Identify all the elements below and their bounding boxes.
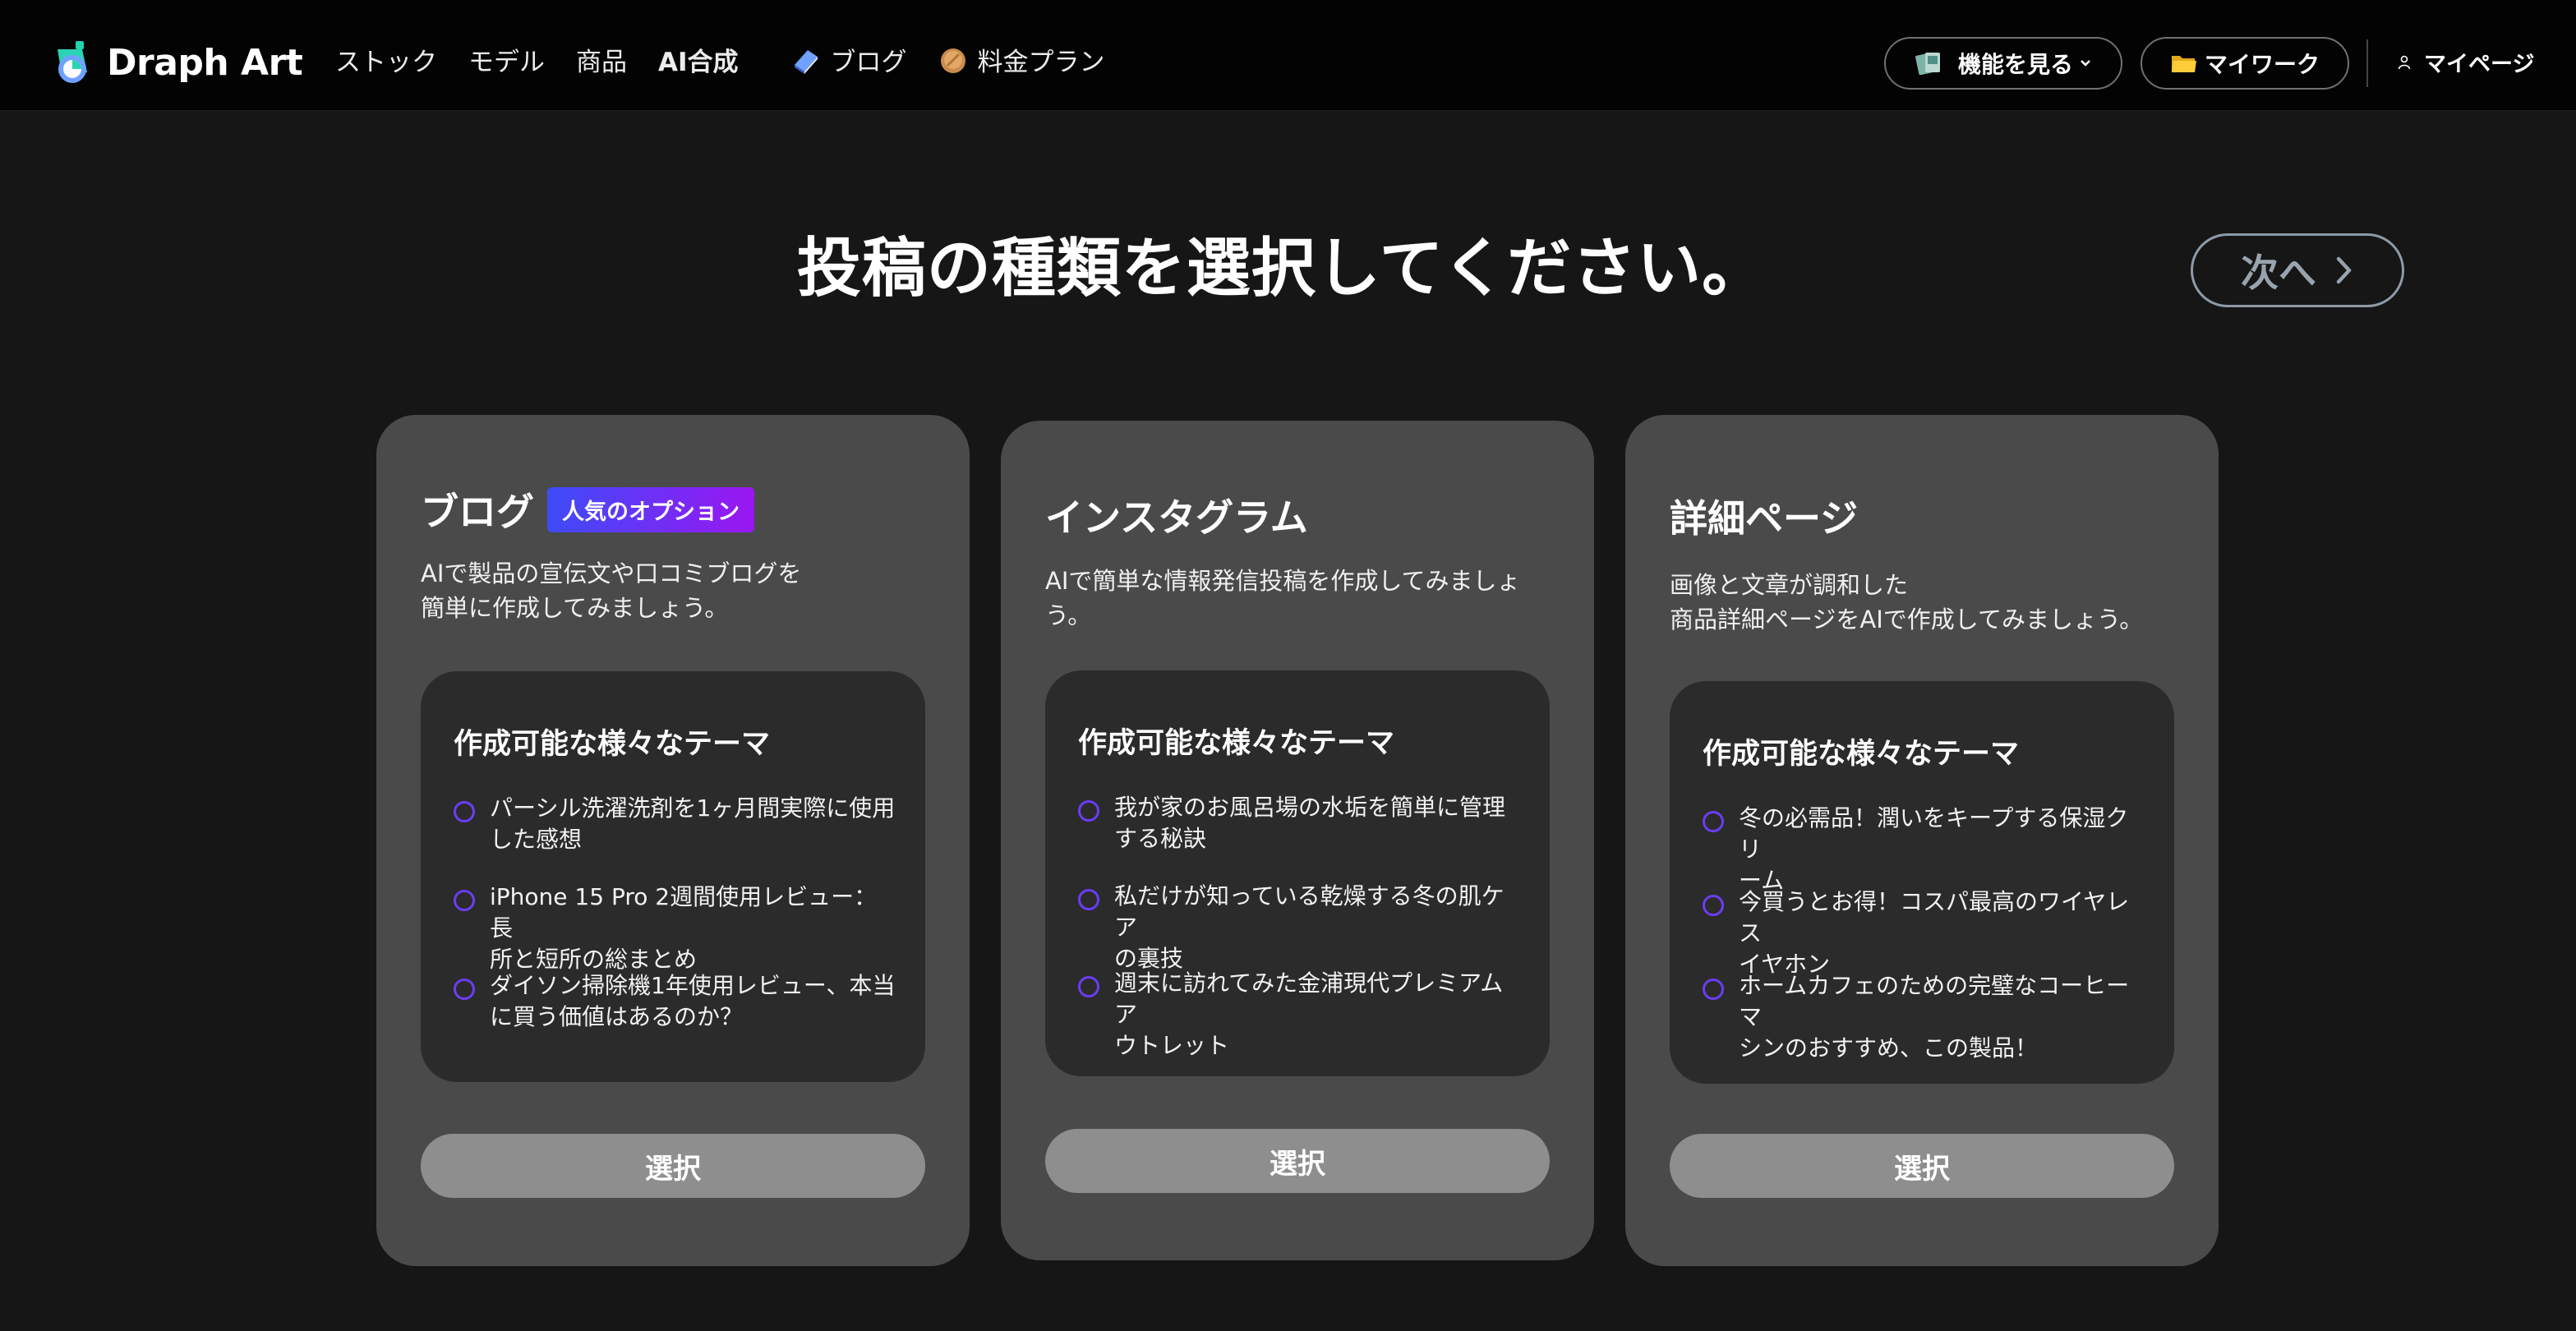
nav-item-product[interactable]: 商品 xyxy=(576,41,627,78)
nav-label: 商品 xyxy=(576,48,627,77)
next-label: 次へ xyxy=(2241,251,2316,295)
select-button-instagram[interactable]: 選択 xyxy=(1045,1129,1550,1193)
card-title: インスタグラム xyxy=(1045,495,1308,540)
card-header: 詳細ページ xyxy=(1670,489,1858,543)
radio-circle-icon xyxy=(1078,976,1099,997)
theme-box: 作成可能な様々なテーマ 冬の必需品！潤いをキープする保湿クリ ーム 今買うとお得！… xyxy=(1670,681,2174,1084)
mypage-label: マイページ xyxy=(2424,52,2535,77)
radio-circle-icon xyxy=(454,979,475,1000)
radio-circle-icon xyxy=(454,890,475,911)
theme-text: 私だけが知っている乾燥する冬の肌ケア の裏技 xyxy=(1114,882,1505,972)
desc-line: 簡単に作成してみましょう。 xyxy=(421,594,729,622)
radio-circle-icon xyxy=(1703,811,1724,832)
features-button[interactable]: 機能を見る xyxy=(1884,37,2122,90)
page-title: 投稿の種類を選択してください。 xyxy=(796,232,1767,306)
nav-item-stock[interactable]: ストック xyxy=(335,41,437,78)
theme-item: パーシル洗濯洗剤を1ヶ月間実際に使用 した感想 xyxy=(454,793,897,882)
book-icon xyxy=(790,44,823,76)
select-button-detail-page[interactable]: 選択 xyxy=(1670,1134,2174,1198)
theme-text: ホームカフェのための完璧なコーヒーマ シンのおすすめ、この製品！ xyxy=(1739,972,2130,1062)
theme-item: ホームカフェのための完璧なコーヒーマ シンのおすすめ、この製品！ xyxy=(1703,970,2146,1062)
nav-label: ブログ xyxy=(830,48,907,77)
theme-item: 冬の必需品！潤いをキープする保湿クリ ーム xyxy=(1703,803,2146,894)
mypage-link[interactable]: マイページ xyxy=(2398,46,2534,78)
theme-box: 作成可能な様々なテーマ 我が家のお風呂場の水垢を簡単に管理 する秘訣 私だけが知っ… xyxy=(1045,670,1550,1076)
desc-line: 商品詳細ページをAIで作成してみましょう。 xyxy=(1670,606,2144,633)
mywork-label: マイワーク xyxy=(2204,51,2320,78)
desc-line: AIで製品の宣伝文や口コミブログを xyxy=(421,560,802,587)
popular-badge: 人気のオプション xyxy=(547,486,754,532)
user-icon xyxy=(2398,55,2411,70)
theme-item: iPhone 15 Pro 2週間使用レビュー：長 所と短所の総まとめ xyxy=(454,882,897,973)
theme-item: 私だけが知っている乾燥する冬の肌ケア の裏技 xyxy=(1078,881,1522,972)
theme-item: 我が家のお風呂場の水垢を簡単に管理 する秘訣 xyxy=(1078,792,1522,881)
draph-logo-icon xyxy=(58,41,87,83)
theme-text: 我が家のお風呂場の水垢を簡単に管理 する秘訣 xyxy=(1114,794,1506,852)
radio-circle-icon xyxy=(1703,895,1724,916)
theme-item: 今買うとお得！コスパ最高のワイヤレス イヤホン xyxy=(1703,887,2146,978)
theme-text: パーシル洗濯洗剤を1ヶ月間実際に使用 した感想 xyxy=(490,794,896,853)
nav-label: ストック xyxy=(335,48,437,77)
post-type-card-detail-page: 詳細ページ 画像と文章が調和した 商品詳細ページをAIで作成してみましょう。 作… xyxy=(1625,415,2219,1266)
card-description: AIで製品の宣伝文や口コミブログを 簡単に作成してみましょう。 xyxy=(421,556,938,625)
radio-circle-icon xyxy=(454,801,475,822)
desc-line: う。 xyxy=(1045,601,1092,629)
desc-line: AIで簡単な情報発信投稿を作成してみましょ xyxy=(1045,567,1521,595)
header-divider xyxy=(2366,39,2368,87)
theme-text: 今買うとお得！コスパ最高のワイヤレス イヤホン xyxy=(1739,888,2130,978)
theme-text: ダイソン掃除機1年使用レビュー、本当 に買う価値はあるのか？ xyxy=(490,972,896,1030)
theme-box-title: 作成可能な様々なテーマ xyxy=(1703,738,2020,771)
chevron-down-icon xyxy=(2078,56,2093,71)
nav-label: AI合成 xyxy=(658,48,739,77)
theme-text: 週末に訪れてみた金浦現代プレミアムア ウトレット xyxy=(1114,969,1504,1059)
theme-list: 我が家のお風呂場の水垢を簡単に管理 する秘訣 私だけが知っている乾燥する冬の肌ケア… xyxy=(1078,792,1522,1059)
features-label: 機能を見る xyxy=(1957,51,2073,78)
card-title: 詳細ページ xyxy=(1670,496,1859,541)
chevron-right-icon xyxy=(2334,254,2354,287)
top-header: Draph Art ストック モデル 商品 AI合成 ブログ 料金プラン 機能を… xyxy=(0,0,2576,111)
select-button-blog[interactable]: 選択 xyxy=(421,1134,925,1198)
card-description: 画像と文章が調和した 商品詳細ページをAIで作成してみましょう。 xyxy=(1670,568,2187,637)
nav-item-ai-composite[interactable]: AI合成 xyxy=(658,41,739,78)
theme-list: パーシル洗濯洗剤を1ヶ月間実際に使用 した感想 iPhone 15 Pro 2週間… xyxy=(454,793,897,1059)
next-button[interactable]: 次へ xyxy=(2191,233,2404,307)
radio-circle-icon xyxy=(1703,979,1724,1000)
theme-box-title: 作成可能な様々なテーマ xyxy=(1078,727,1395,760)
theme-list: 冬の必需品！潤いをキープする保湿クリ ーム 今買うとお得！コスパ最高のワイヤレスイ… xyxy=(1703,803,2146,1062)
theme-box: 作成可能な様々なテーマ パーシル洗濯洗剤を1ヶ月間実際に使用 した感想 iPhon… xyxy=(421,671,925,1082)
theme-box-title: 作成可能な様々なテーマ xyxy=(454,728,771,761)
nav-label: モデル xyxy=(468,48,545,77)
coin-icon xyxy=(937,44,970,76)
card-header: ブログ 人気のオプション xyxy=(421,482,754,537)
card-title: ブログ xyxy=(421,490,534,534)
theme-item: 週末に訪れてみた金浦現代プレミアムア ウトレット xyxy=(1078,968,1522,1059)
nav-label: 料金プラン xyxy=(977,48,1105,77)
main-nav: ストック モデル 商品 AI合成 ブログ 料金プラン xyxy=(335,41,1105,78)
post-type-card-instagram: インスタグラム AIで簡単な情報発信投稿を作成してみましょ う。 作成可能な様々… xyxy=(1001,421,1594,1260)
logo-text: Draph Art xyxy=(107,41,303,84)
nav-item-blog[interactable]: ブログ xyxy=(790,41,907,78)
card-header: インスタグラム xyxy=(1045,488,1308,542)
theme-text: 冬の必需品！潤いをキープする保湿クリ ーム xyxy=(1739,804,2129,894)
desc-line: 画像と文章が調和した xyxy=(1670,571,1909,599)
nav-item-model[interactable]: モデル xyxy=(468,41,545,78)
logo[interactable]: Draph Art xyxy=(54,39,303,85)
folder-icon xyxy=(2170,51,2198,76)
theme-text: iPhone 15 Pro 2週間使用レビュー：長 所と短所の総まとめ xyxy=(490,883,878,973)
mywork-button[interactable]: マイワーク xyxy=(2141,37,2349,90)
post-type-card-blog: ブログ 人気のオプション AIで製品の宣伝文や口コミブログを 簡単に作成してみま… xyxy=(376,415,970,1266)
radio-circle-icon xyxy=(1078,800,1099,822)
radio-circle-icon xyxy=(1078,889,1099,910)
nav-item-pricing[interactable]: 料金プラン xyxy=(937,41,1105,78)
theme-item: ダイソン掃除機1年使用レビュー、本当 に買う価値はあるのか？ xyxy=(454,970,897,1059)
cards-icon xyxy=(1914,49,1945,77)
card-description: AIで簡単な情報発信投稿を作成してみましょ う。 xyxy=(1045,564,1563,633)
